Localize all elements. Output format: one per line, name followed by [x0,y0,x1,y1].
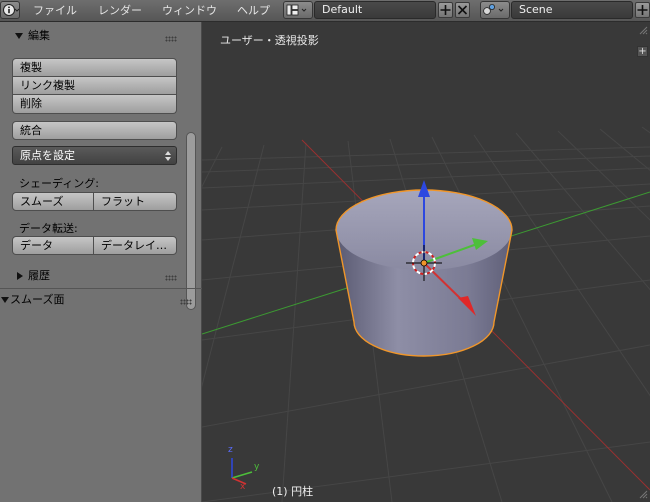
set-origin-label: 原点を設定 [20,149,75,162]
screen-layout-selector[interactable] [283,1,313,19]
plus-icon [637,5,648,15]
operator-panel-header[interactable]: スムーズ面 [0,290,200,310]
join-button[interactable]: 統合 [12,121,177,140]
scene-selector[interactable] [480,1,510,19]
collapsed-triangle-icon [17,272,23,280]
scene-name-field[interactable]: Scene [511,1,633,19]
scene-icon [483,4,504,15]
add-scene-button[interactable] [635,2,650,18]
editor-type-button[interactable] [0,1,20,19]
delete-screen-button[interactable] [455,2,470,18]
region-divider [0,288,202,289]
shade-flat-button[interactable]: フラット [93,192,177,211]
duplicate-linked-button[interactable]: リンク複製 [12,77,177,95]
history-panel-title: 履歴 [28,269,50,282]
up-down-arrows-icon [165,151,171,161]
set-origin-dropdown[interactable]: 原点を設定 [12,146,177,165]
axis-z-label: z [228,445,233,455]
info-icon [3,4,19,16]
axis-x-label: x [240,482,246,492]
close-icon [457,5,468,15]
plus-icon [440,5,451,15]
panel-drag-handle-icon[interactable] [180,299,192,305]
screen-layout-name-field[interactable]: Default [314,1,436,19]
active-object-label: (1) 円柱 [272,485,314,498]
delete-button[interactable]: 削除 [12,95,177,114]
shade-smooth-button[interactable]: スムーズ [12,192,94,211]
properties-toggle-plus-icon[interactable]: + [637,46,648,57]
region-corner-icon[interactable] [638,488,648,500]
view-label: ユーザー・透視投影 [220,34,319,47]
shading-label: シェーディング: [19,177,99,190]
menu-file[interactable]: ファイル [33,0,77,21]
menu-help[interactable]: ヘルプ [237,0,270,21]
expanded-triangle-icon [1,297,9,303]
axis-orientation-icon [231,458,253,485]
layout-grid-icon [286,4,307,16]
data-transfer-label: データ転送: [19,222,78,235]
edit-panel-header[interactable]: 編集 [14,26,184,46]
add-screen-button[interactable] [438,2,453,18]
expanded-triangle-icon [15,33,23,39]
viewport-scene[interactable] [202,22,650,502]
tool-shelf-scrollbar[interactable] [186,132,196,310]
axis-y-label: y [254,462,260,472]
data-transfer-button[interactable]: データ [12,236,94,255]
edit-panel-title: 編集 [28,29,50,42]
operator-panel-title: スムーズ面 [10,293,65,306]
region-corner-icon[interactable] [638,24,648,36]
3d-viewport[interactable]: ユーザー・透視投影 z y x (1) 円柱 + [202,22,650,502]
top-header: ファイル レンダー ウィンドウ ヘルプ Default Scene [0,0,650,22]
panel-drag-handle-icon[interactable] [165,275,177,281]
panel-drag-handle-icon[interactable] [165,36,177,42]
data-layout-transfer-button[interactable]: データレイ… [93,236,177,255]
menu-render[interactable]: レンダー [98,0,142,21]
history-panel-header[interactable]: 履歴 [14,266,184,286]
duplicate-button[interactable]: 複製 [12,58,177,77]
menu-window[interactable]: ウィンドウ [162,0,217,21]
tool-shelf: 編集 複製 リンク複製 削除 統合 原点を設定 シェーディング: スムーズ フラ… [0,22,202,502]
